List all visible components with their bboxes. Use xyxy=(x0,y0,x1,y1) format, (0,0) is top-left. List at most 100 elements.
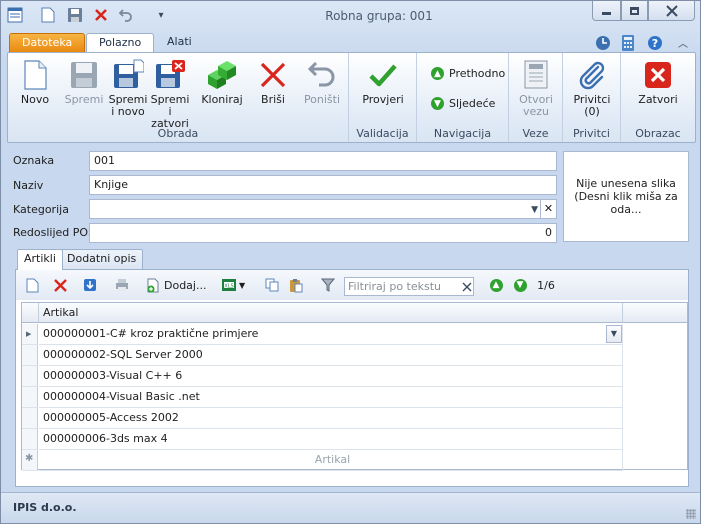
filter-input[interactable]: Filtriraj po tekstu xyxy=(344,277,474,296)
close-window-button[interactable] xyxy=(648,1,695,21)
grid-paste-icon[interactable] xyxy=(288,277,304,293)
svg-text:XLS: XLS xyxy=(224,284,233,290)
grid-copy-icon[interactable] xyxy=(264,277,280,293)
provjeri-button[interactable]: Provjeri xyxy=(359,59,407,106)
row-header[interactable] xyxy=(22,387,38,408)
arrow-up-icon: ▲ xyxy=(431,67,444,80)
link-document-icon xyxy=(520,59,552,91)
grid-delete-icon[interactable] xyxy=(52,277,68,293)
minimize-icon xyxy=(602,12,611,15)
zatvori-label: Zatvori xyxy=(638,93,678,106)
naziv-field[interactable]: Knjige xyxy=(89,175,557,195)
sljedece-button[interactable]: ▼ Sljedeće xyxy=(431,97,495,110)
clock-icon[interactable] xyxy=(595,35,611,51)
group-navigacija: ▲ Prethodno ▼ Sljedeće Navigacija xyxy=(417,53,509,142)
tab-alati[interactable]: Alati xyxy=(155,33,204,53)
resize-grip-icon[interactable] xyxy=(686,509,696,519)
otvori-vezu-button[interactable]: Otvori vezu xyxy=(515,59,557,118)
novo-button[interactable]: Novo xyxy=(14,59,56,106)
artikal-cell: 000000005-Access 2002 xyxy=(43,411,179,424)
table-row[interactable]: 000000001-C# kroz praktične primjere ▼ xyxy=(39,324,623,345)
clear-filter-icon[interactable] xyxy=(459,279,475,295)
grid-toolbar: Dodaj... XLS ▼ Filtriraj po tekstu ▲ ▼ 1… xyxy=(16,270,688,300)
arrow-down-icon: ▼ xyxy=(513,278,527,292)
tab-polazno[interactable]: Polazno xyxy=(86,33,155,54)
table-row[interactable]: 000000003-Visual C++ 6 xyxy=(39,366,623,387)
picture-placeholder: Nije unesena slika (Desni klik miša za o… xyxy=(566,177,686,216)
save-and-close-icon xyxy=(154,59,186,91)
ponisti-button[interactable]: Poništi xyxy=(300,59,344,106)
dodaj-button[interactable]: Dodaj... xyxy=(146,277,208,293)
kategorija-field[interactable]: ▼ ✕ xyxy=(89,199,557,219)
spremi-zatvori-label-1: Spremi i xyxy=(150,93,190,118)
oznaka-field[interactable]: 001 xyxy=(89,151,557,171)
picture-box[interactable]: Nije unesena slika (Desni klik miša za o… xyxy=(563,151,689,242)
group-obrazac: Zatvori Obrazac xyxy=(621,53,695,142)
row-dropdown-icon[interactable]: ▼ xyxy=(606,325,622,343)
new-row[interactable]: Artikal xyxy=(39,450,623,471)
table-row[interactable]: 000000004-Visual Basic .net xyxy=(39,387,623,408)
ponisti-label: Poništi xyxy=(303,93,341,106)
tab-artikli[interactable]: Artikli xyxy=(17,249,63,270)
minimize-button[interactable] xyxy=(592,1,621,21)
move-down-icon[interactable]: ▼ xyxy=(512,277,528,293)
group-label-validacija: Validacija xyxy=(356,127,409,140)
row-header[interactable] xyxy=(22,366,38,387)
dodaj-label: Dodaj... xyxy=(164,278,207,292)
grid-print-icon[interactable] xyxy=(114,277,130,293)
redoslijed-pos-field[interactable]: 0 xyxy=(89,223,557,243)
brisi-button[interactable]: Briši xyxy=(254,59,292,106)
group-label-obrazac: Obrazac xyxy=(635,127,681,140)
table-row[interactable]: 000000005-Access 2002 xyxy=(39,408,623,429)
move-up-icon[interactable]: ▲ xyxy=(488,277,504,293)
table-row[interactable]: 000000002-SQL Server 2000 xyxy=(39,345,623,366)
restore-icon xyxy=(630,6,639,15)
privitci-label-2: (0) xyxy=(584,105,600,118)
spremi-button[interactable]: Spremi xyxy=(62,59,106,106)
dropdown-arrow-icon[interactable]: ▼ xyxy=(531,203,538,217)
prethodno-button[interactable]: ▲ Prethodno xyxy=(431,67,505,80)
grid-import-icon[interactable] xyxy=(82,277,98,293)
naziv-label: Naziv xyxy=(13,179,44,192)
artikal-cell: 000000006-3ds max 4 xyxy=(43,432,168,445)
help-icon[interactable]: ? xyxy=(647,35,663,51)
prethodno-label: Prethodno xyxy=(449,67,506,80)
calculator-icon[interactable] xyxy=(621,35,637,51)
privitci-button[interactable]: Privitci (0) xyxy=(571,59,613,118)
artikal-cell: 000000001-C# kroz praktične primjere xyxy=(43,327,259,340)
new-document-icon xyxy=(19,59,51,91)
spremi-novo-label-2: i novo xyxy=(111,105,145,118)
group-label-navigacija: Navigacija xyxy=(433,127,492,140)
delete-icon xyxy=(257,59,289,91)
row-header[interactable] xyxy=(22,408,38,429)
row-header[interactable] xyxy=(22,345,38,366)
excel-icon: XLS xyxy=(222,279,236,291)
zatvori-button[interactable]: Zatvori xyxy=(635,59,681,106)
new-row-icon: ✱ xyxy=(25,453,34,464)
ribbon-tab-strip: Datoteka Polazno Alati ? ︿ xyxy=(1,31,700,54)
row-header[interactable]: ▶ xyxy=(22,324,38,345)
table-row[interactable]: 000000006-3ds max 4 xyxy=(39,429,623,450)
column-header-artikal[interactable]: Artikal xyxy=(39,303,623,323)
new-row-header[interactable]: ✱ xyxy=(22,450,38,471)
row-header[interactable] xyxy=(22,429,38,450)
export-excel-button[interactable]: XLS ▼ xyxy=(221,277,251,293)
spremi-i-novo-button[interactable]: Spremi i novo xyxy=(108,59,148,118)
spremi-i-zatvori-button[interactable]: Spremi i zatvori xyxy=(148,59,192,130)
tab-datoteka[interactable]: Datoteka xyxy=(9,33,86,53)
novo-label: Novo xyxy=(20,93,50,106)
company-name: IPIS d.o.o. xyxy=(13,501,77,514)
collapse-ribbon-icon[interactable]: ︿ xyxy=(675,35,691,51)
artikal-cell: 000000002-SQL Server 2000 xyxy=(43,348,203,361)
kloniraj-button[interactable]: Kloniraj xyxy=(200,59,244,106)
brisi-label: Briši xyxy=(261,93,285,106)
tab-dodatni-opis[interactable]: Dodatni opis xyxy=(60,249,144,269)
kloniraj-label: Kloniraj xyxy=(201,93,243,106)
filter-icon[interactable] xyxy=(320,277,336,293)
maximize-button[interactable] xyxy=(621,1,648,21)
artikal-cell: 000000004-Visual Basic .net xyxy=(43,390,200,403)
clear-icon[interactable]: ✕ xyxy=(540,200,556,218)
group-privitci: Privitci (0) Privitci xyxy=(563,53,621,142)
grid-new-icon[interactable] xyxy=(24,277,40,293)
group-label-obrada: Obrada xyxy=(157,127,199,140)
